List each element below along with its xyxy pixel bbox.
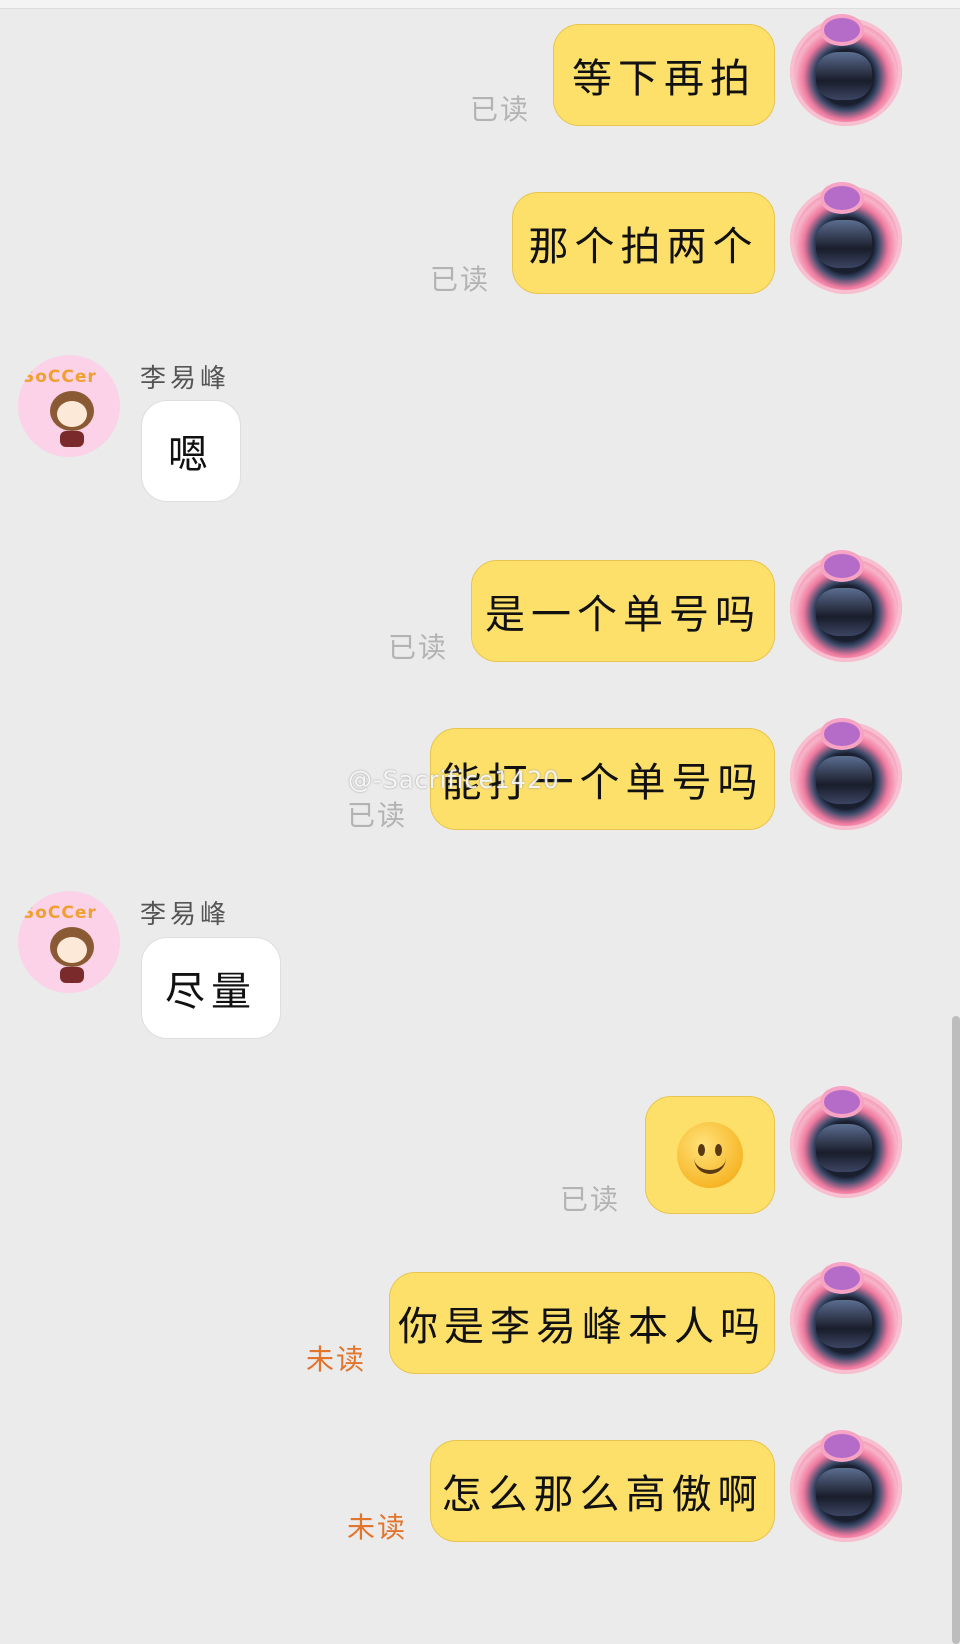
my-message-bubble[interactable]: 是一个单号吗 — [471, 560, 775, 662]
unread-status: 未读 — [306, 1343, 367, 1376]
my-avatar[interactable] — [790, 1434, 902, 1542]
my-avatar[interactable] — [790, 554, 902, 662]
my-message-bubble[interactable]: 等下再拍 — [553, 24, 775, 126]
read-status: 已读 — [347, 799, 408, 832]
scrollbar[interactable] — [952, 1016, 960, 1644]
read-status: 已读 — [560, 1183, 621, 1216]
top-divider — [0, 0, 960, 9]
read-status: 已读 — [430, 263, 491, 296]
sender-name: 李易峰 — [140, 900, 231, 930]
watermark: @-Sacrifice1420 — [348, 766, 560, 794]
peer-avatar[interactable]: SoCCer — [18, 355, 120, 457]
peer-message-bubble[interactable]: 尽量 — [141, 937, 281, 1039]
read-status: 已读 — [388, 631, 449, 664]
my-message-bubble[interactable]: 怎么那么高傲啊 — [430, 1440, 775, 1542]
my-avatar[interactable] — [790, 186, 902, 294]
monkey-body — [60, 967, 84, 983]
avatar-logo-text: SoCCer — [22, 903, 97, 923]
peer-message-bubble[interactable]: 嗯 — [141, 400, 241, 502]
emoji-mouth — [694, 1152, 726, 1174]
my-avatar[interactable] — [790, 1266, 902, 1374]
sender-name: 李易峰 — [140, 364, 231, 394]
monkey-face — [57, 401, 87, 427]
smile-emoji-icon — [677, 1122, 743, 1188]
my-message-bubble[interactable]: 那个拍两个 — [512, 192, 775, 294]
read-status: 已读 — [470, 93, 531, 126]
my-avatar[interactable] — [790, 18, 902, 126]
my-message-bubble[interactable] — [645, 1096, 775, 1214]
avatar-logo-text: SoCCer — [22, 367, 97, 387]
my-avatar[interactable] — [790, 722, 902, 830]
monkey-body — [60, 431, 84, 447]
monkey-face — [57, 937, 87, 963]
peer-avatar[interactable]: SoCCer — [18, 891, 120, 993]
my-message-bubble[interactable]: 你是李易峰本人吗 — [389, 1272, 775, 1374]
unread-status: 未读 — [347, 1511, 408, 1544]
my-avatar[interactable] — [790, 1090, 902, 1198]
